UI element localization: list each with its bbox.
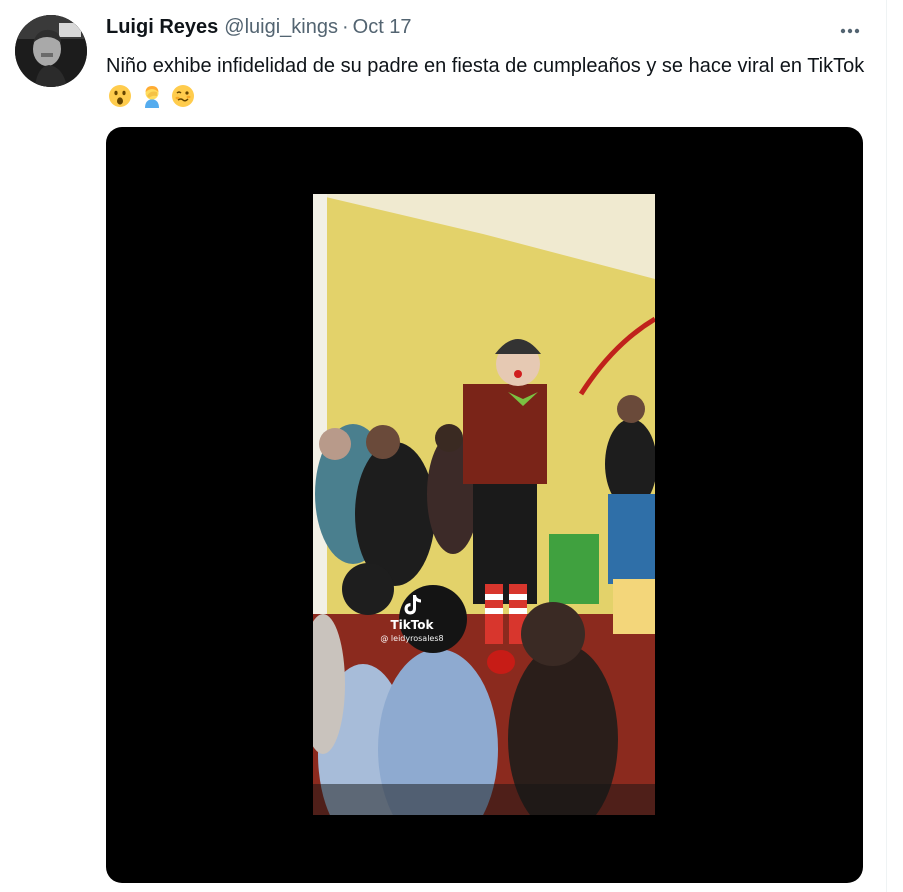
author-handle[interactable]: @luigi_kings <box>224 16 338 39</box>
more-options-button[interactable] <box>832 14 868 48</box>
tiktok-logo-icon <box>404 595 421 615</box>
tiktok-brand-label: TikTok <box>390 618 434 632</box>
tweet-date[interactable]: Oct 17 <box>353 16 412 39</box>
video-frame <box>313 194 655 815</box>
tweet-body: Niño exhibe infidelidad de su padre en f… <box>106 55 865 77</box>
more-options-icon <box>840 28 860 34</box>
astonished-face-emoji <box>108 84 132 118</box>
avatar-photo <box>15 15 87 87</box>
avatar[interactable] <box>15 15 87 87</box>
person-facepalming-emoji <box>140 84 164 118</box>
tiktok-handle-label: @ leidyrosales8 <box>380 634 444 643</box>
tweet-video[interactable]: TikTok @ leidyrosales8 <box>106 127 863 883</box>
tweet-header: Luigi Reyes @luigi_kings · Oct 17 <box>106 16 412 44</box>
header-separator: · <box>341 16 349 38</box>
tweet-text: Niño exhibe infidelidad de su padre en f… <box>106 50 866 118</box>
timeline-divider <box>886 0 887 892</box>
author-name[interactable]: Luigi Reyes <box>106 16 218 39</box>
video-scene <box>313 194 655 815</box>
woozy-face-emoji <box>171 84 195 118</box>
tiktok-watermark: TikTok @ leidyrosales8 <box>376 594 448 643</box>
